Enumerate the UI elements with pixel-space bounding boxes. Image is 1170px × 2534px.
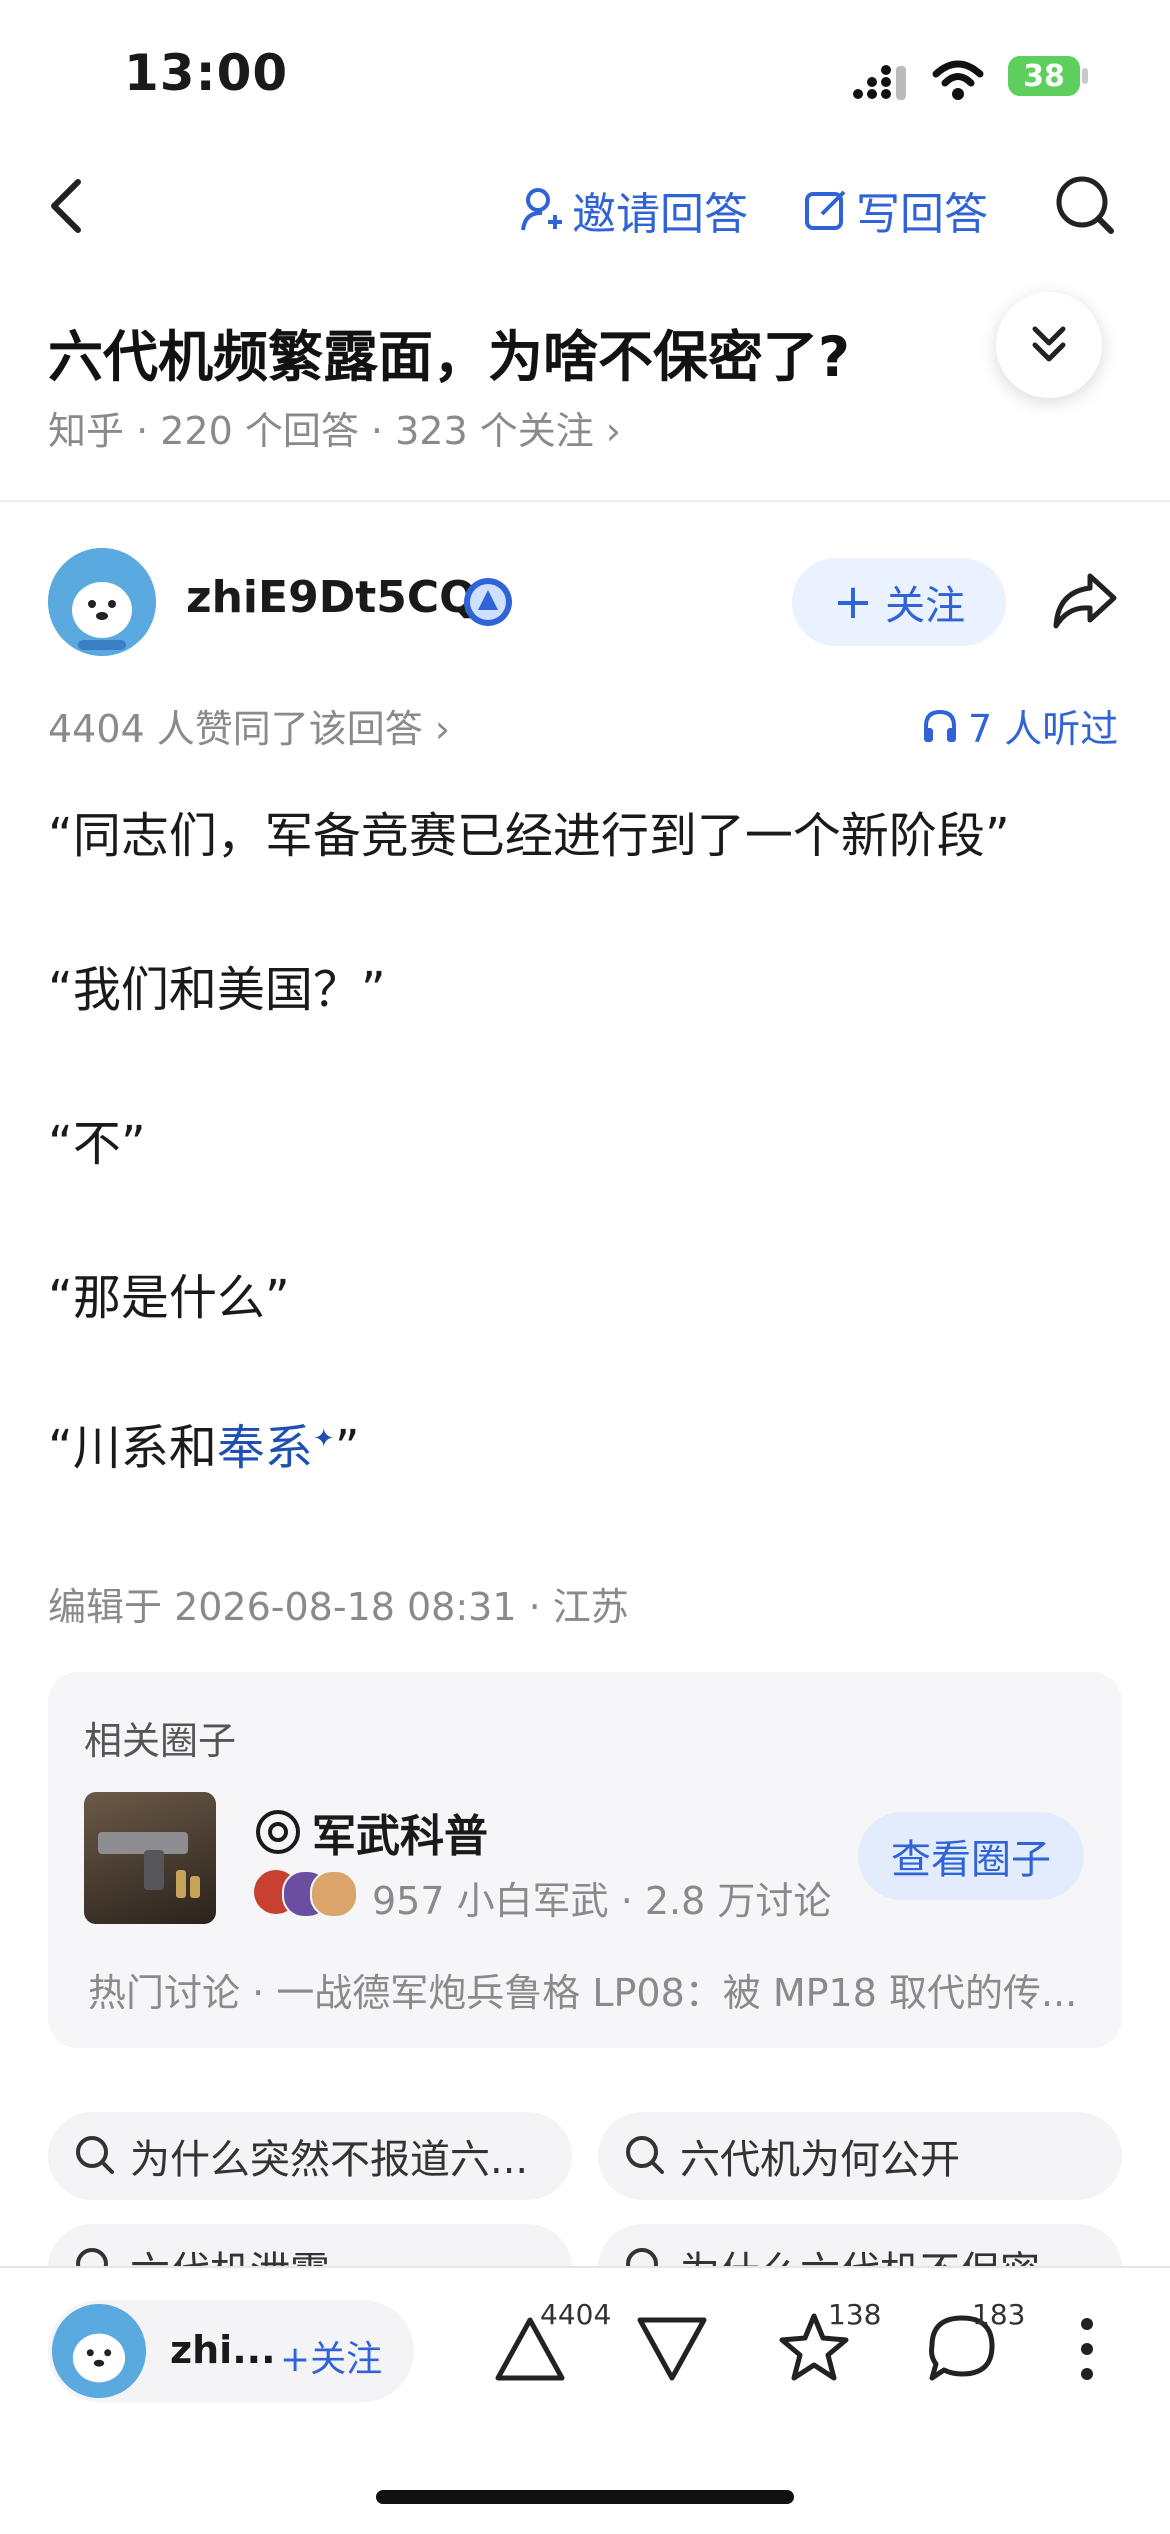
double-chevron-down-icon (1032, 326, 1066, 362)
circle-title-row: 军武科普 (254, 1800, 488, 1864)
question-meta[interactable]: 知乎 · 220 个回答 · 323 个关注 › (48, 400, 621, 455)
listen-info[interactable]: 7 人听过 (922, 698, 1118, 753)
signal-icon (852, 64, 912, 100)
related-search-chip[interactable]: 为什么突然不报道六... (48, 2112, 572, 2200)
favorite-count: 138 (828, 2298, 882, 2331)
comment-count: 183 (972, 2298, 1026, 2331)
home-indicator (376, 2490, 794, 2504)
circle-stats: 957 小白军武 · 2.8 万讨论 (372, 1879, 832, 1923)
answer-paragraph-last: “川系和奉系✦” (48, 1408, 360, 1478)
hot-discussion[interactable]: 热门讨论 · 一战德军炮兵鲁格 LP08：被 MP18 取代的传... (88, 1962, 1077, 2017)
bottom-action-bar: zhi... +关注 4404 138 183 (0, 2266, 1170, 2534)
chip-label: 为什么突然不报道六... (130, 2137, 529, 2183)
battery-nub (1082, 68, 1088, 84)
likes-summary[interactable]: 4404 人赞同了该回答 › (48, 698, 450, 753)
invite-answer-label: 邀请回答 (572, 189, 748, 240)
follow-button[interactable]: + 关注 (792, 558, 1006, 646)
verified-badge-icon (462, 576, 514, 628)
circle-thumbnail (84, 1792, 216, 1924)
circle-icon (256, 1810, 300, 1854)
answer-paragraph: “同志们，军备竞赛已经进行到了一个新阶段” (48, 808, 1010, 864)
upvote-count: 4404 (540, 2298, 612, 2331)
bottom-author-name: zhi... (170, 2328, 276, 2372)
chip-label: 六代机为何公开 (680, 2137, 960, 2183)
status-time: 13:00 (124, 44, 289, 102)
bottom-author-pill[interactable]: zhi... +关注 (48, 2300, 414, 2402)
edit-timestamp: 编辑于 2026-08-18 08:31 · 江苏 (48, 1585, 629, 1629)
search-icon[interactable] (1054, 174, 1116, 236)
headphones-icon (924, 709, 956, 742)
invite-user-icon (521, 188, 562, 231)
battery-icon: 38 (1008, 56, 1080, 96)
paragraph-text: “川系和 (48, 1420, 217, 1476)
search-icon (76, 2136, 114, 2174)
circle-name: 军武科普 (312, 1811, 488, 1862)
sparkle-icon: ✦ (312, 1424, 335, 1454)
circle-section-label: 相关圈子 (84, 1719, 237, 1763)
write-answer-label: 写回答 (856, 189, 988, 240)
edit-icon (805, 190, 846, 230)
downvote-icon (637, 2317, 707, 2381)
back-icon[interactable] (46, 176, 86, 236)
answer-paragraph: “那是什么” (48, 1270, 290, 1326)
share-icon[interactable] (1050, 570, 1120, 632)
wifi-icon (932, 58, 984, 102)
plus-icon: + (832, 574, 874, 630)
avatar[interactable] (48, 548, 156, 656)
paragraph-text: ” (334, 1420, 360, 1476)
related-circle-card[interactable]: 相关圈子 军武科普 957 小白军武 · 2.8 万讨论 查看圈子 热门讨论 ·… (48, 1672, 1122, 2048)
topic-link[interactable]: 奉系 (217, 1420, 313, 1476)
downvote-button[interactable] (632, 2308, 712, 2388)
related-search-chip[interactable]: 六代机为何公开 (598, 2112, 1122, 2200)
member-avatars (254, 1868, 364, 1918)
answer-paragraph: “不” (48, 1116, 146, 1172)
listen-count: 7 人听过 (968, 707, 1119, 751)
follow-label: 关注 (885, 583, 966, 629)
author-name[interactable]: zhiE9Dt5CQ (186, 572, 477, 623)
more-icon[interactable] (1072, 2316, 1102, 2382)
header-divider (0, 500, 1170, 502)
avatar (52, 2304, 146, 2398)
battery-level: 38 (1023, 58, 1065, 94)
view-circle-button[interactable]: 查看圈子 (858, 1812, 1084, 1900)
bottom-follow-button[interactable]: +关注 (280, 2330, 382, 2382)
answer-paragraph: “我们和美国？” (48, 962, 386, 1018)
collapse-button[interactable] (996, 292, 1102, 398)
view-circle-label: 查看圈子 (891, 1837, 1051, 1883)
write-answer-button[interactable]: 写回答 (804, 178, 988, 242)
question-title[interactable]: 六代机频繁露面，为啥不保密了? (48, 312, 850, 392)
search-icon (626, 2136, 664, 2174)
invite-answer-button[interactable]: 邀请回答 (520, 178, 748, 242)
